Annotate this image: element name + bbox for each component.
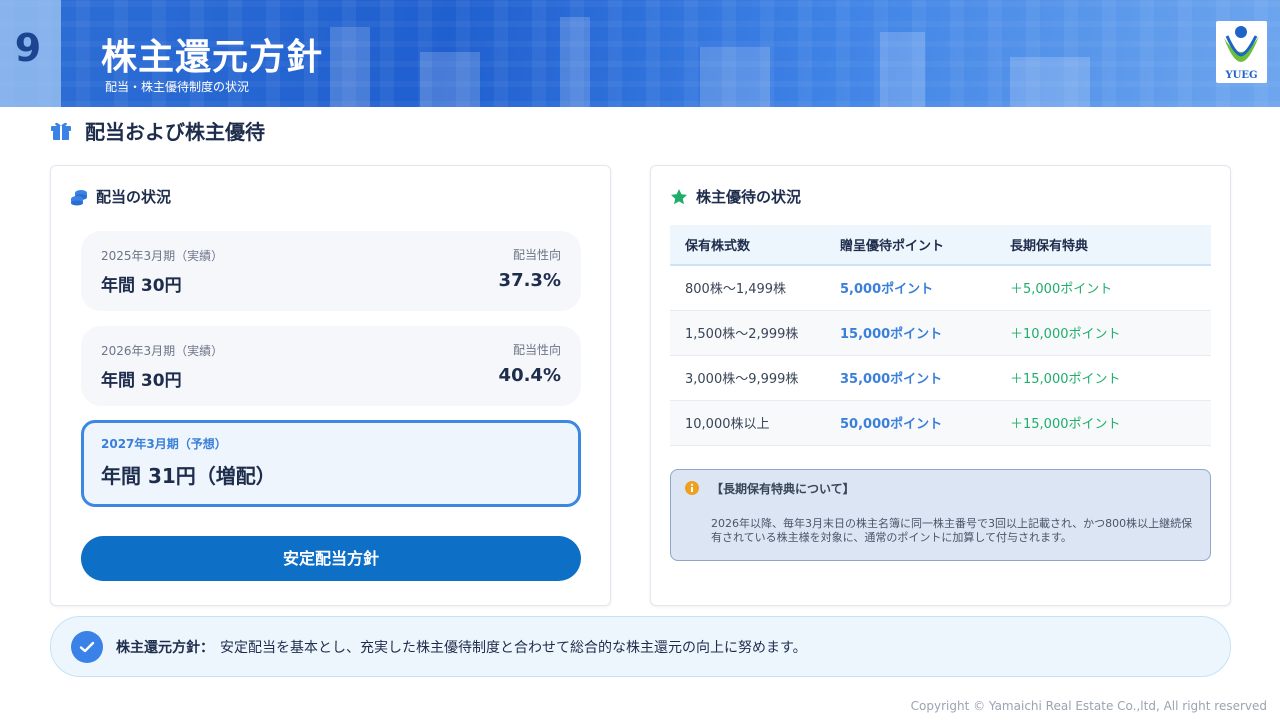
table-row: 3,000株～9,999株 35,000ポイント ＋15,000ポイント [670,355,1211,401]
logo-text: YUEG [1225,70,1258,81]
section-title: 配当および株主優待 [85,119,265,144]
page-subtitle: 配当・株主優待制度の状況 [105,80,250,94]
table-row: 10,000株以上 50,000ポイント ＋15,000ポイント [670,400,1211,446]
check-icon [79,641,95,653]
forecast-period: 2027年3月期（予想） [101,437,227,451]
dividend-period: 2026年3月期（実績） [101,344,224,358]
banner-building [560,17,590,107]
long-term-holding-note: 【長期保有特典について】 2026年以降、毎年3月末日の株主名簿に同一株主番号で… [670,469,1211,561]
points-cell: 35,000ポイント [825,355,995,401]
note-text: 2026年以降、毎年3月末日の株主名簿に同一株主番号で3回以上記載され、かつ80… [711,517,1193,544]
points-cell: 5,000ポイント [825,265,995,311]
stable-dividend-policy-button[interactable]: 安定配当方針 [81,536,581,581]
dividend-period: 2025年3月期（実績） [101,249,224,263]
coins-icon [71,189,87,205]
dividend-forecast-row: 2027年3月期（予想） 年間 31円（増配） [81,420,581,507]
page-title: 株主還元方針 [101,37,324,78]
star-icon [671,188,687,204]
points-cell: 50,000ポイント [825,400,995,446]
dividend-row: 2025年3月期（実績） 年間 30円 配当性向 37.3% [81,231,581,311]
column-header: 長期保有特典 [995,225,1211,266]
benefits-table: 保有株式数 贈呈優待ポイント 長期保有特典 800株～1,499株 5,000ポ… [670,225,1211,446]
shares-cell: 3,000株～9,999株 [670,355,825,401]
summary-body: 安定配当を基本とし、充実した株主優待制度と合わせて総合的な株主還元の向上に努めま… [220,640,807,656]
table-row: 1,500株～2,999株 15,000ポイント ＋10,000ポイント [670,310,1211,356]
page-number: 9 [14,26,42,70]
return-policy-summary: 株主還元方針： 安定配当を基本とし、充実した株主優待制度と合わせて総合的な株主還元… [50,616,1231,677]
banner-building [700,47,770,107]
banner-building [330,27,370,107]
shares-cell: 10,000株以上 [670,400,825,446]
bonus-cell: ＋5,000ポイント [995,265,1211,311]
check-circle-icon [71,631,103,663]
banner-building [880,32,925,107]
table-header-row: 保有株式数 贈呈優待ポイント 長期保有特典 [670,225,1211,266]
table-row: 800株～1,499株 5,000ポイント ＋5,000ポイント [670,265,1211,311]
payout-ratio-value: 37.3% [498,270,561,291]
benefits-card: 株主優待の状況 保有株式数 贈呈優待ポイント 長期保有特典 800株～1,499… [650,165,1231,606]
copyright: Copyright © Yamaichi Real Estate Co.,ltd… [910,699,1267,713]
dividend-card-title: 配当の状況 [96,188,172,206]
info-icon [685,481,699,495]
payout-ratio-label: 配当性向 [512,248,561,262]
payout-ratio-value: 40.4% [498,365,561,386]
gift-icon [51,122,71,140]
points-cell: 15,000ポイント [825,310,995,356]
payout-ratio-label: 配当性向 [512,343,561,357]
dividend-row: 2026年3月期（実績） 年間 30円 配当性向 40.4% [81,326,581,406]
dividend-amount: 年間 30円 [101,371,182,391]
benefits-card-title: 株主優待の状況 [696,188,802,206]
summary-text: 株主還元方針： 安定配当を基本とし、充実した株主優待制度と合わせて総合的な株主還元… [116,637,807,657]
shares-cell: 800株～1,499株 [670,265,825,311]
dividend-card: 配当の状況 2025年3月期（実績） 年間 30円 配当性向 37.3% 202… [50,165,611,606]
column-header: 保有株式数 [670,225,825,266]
bonus-cell: ＋15,000ポイント [995,400,1211,446]
company-logo: YUEG [1216,21,1267,83]
bonus-cell: ＋15,000ポイント [995,355,1211,401]
forecast-amount: 年間 31円（増配） [101,464,276,488]
logo-mark-icon [1224,26,1259,62]
bonus-cell: ＋10,000ポイント [995,310,1211,356]
benefits-card-header: 株主優待の状況 [670,186,801,207]
banner-building [1010,57,1090,107]
note-title: 【長期保有特典について】 [711,482,855,496]
summary-label: 株主還元方針： [116,640,214,656]
column-header: 贈呈優待ポイント [825,225,995,266]
shares-cell: 1,500株～2,999株 [670,310,825,356]
banner-building [420,52,480,107]
dividend-amount: 年間 30円 [101,276,182,296]
header-banner: 9 株主還元方針 配当・株主優待制度の状況 YUEG [0,0,1280,107]
section-heading: 配当および株主優待 [50,117,265,144]
dividend-card-header: 配当の状況 [70,186,171,207]
